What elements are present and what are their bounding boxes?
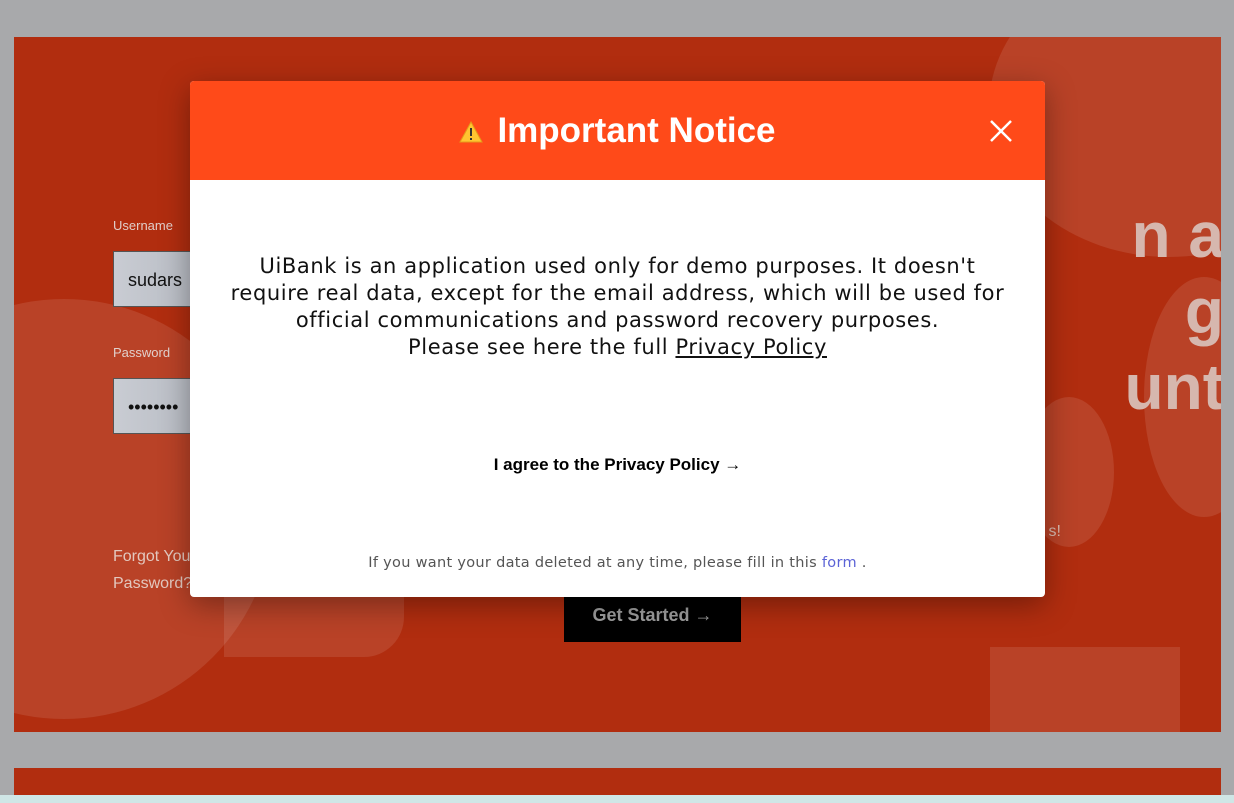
- modal-title-wrap: Important Notice: [190, 81, 1045, 180]
- data-deletion-note: If you want your data deleted at any tim…: [190, 555, 1045, 571]
- important-notice-modal: Important Notice UiBank is an applicatio…: [190, 81, 1045, 597]
- modal-body: UiBank is an application used only for d…: [230, 253, 1005, 361]
- policy-prefix: Please see here the full: [408, 335, 676, 359]
- warning-triangle-icon: [459, 120, 484, 142]
- policy-line: Please see here the full Privacy Policy: [230, 334, 1005, 361]
- privacy-policy-link[interactable]: Privacy Policy: [675, 335, 827, 359]
- notice-text: UiBank is an application used only for d…: [230, 254, 1005, 332]
- deletion-form-link[interactable]: form: [822, 555, 857, 571]
- close-button[interactable]: [987, 117, 1015, 145]
- close-icon: [990, 120, 1012, 142]
- delete-suffix: .: [856, 555, 867, 571]
- delete-prefix: If you want your data deleted at any tim…: [368, 555, 822, 571]
- page: Username sudars Password •••••••• Forgot…: [0, 0, 1234, 803]
- agree-privacy-button[interactable]: I agree to the Privacy Policy →: [190, 455, 1045, 475]
- modal-title: Important Notice: [497, 110, 776, 150]
